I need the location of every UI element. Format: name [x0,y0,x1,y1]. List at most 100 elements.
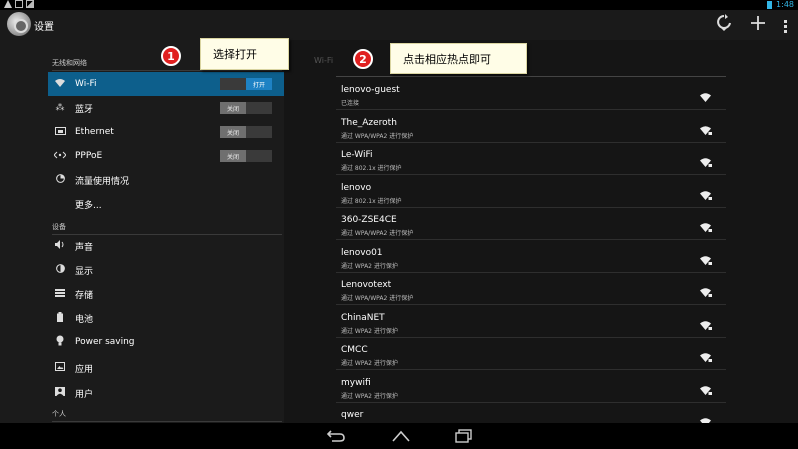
clock: 1:48 [776,0,794,9]
sidebar-item-label: Power saving [75,337,135,347]
wifi-security-status: 通过 WPA/WPA2 进行保护 [341,132,414,140]
wifi-security-status: 已连接 [341,100,360,107]
wifi-ssid: The_Azeroth [341,117,397,128]
sidebar-item-label: 蓝牙 [75,104,94,115]
sidebar-item-apps[interactable]: 应用 [48,356,284,380]
step-badge-2: 2 [353,49,373,69]
toggle-label: 关闭 [220,102,246,114]
step-callout-1: 选择打开 [200,38,289,70]
wifi-security-status: 通过 802.1x 进行保护 [341,165,402,172]
settings-sidebar: 无线和网络 Wi-Fi 打开 ⁂ 蓝牙 关闭 Ethernet 关闭 PPPoE… [0,40,284,423]
wifi-security-status: 通过 WPA/WPA2 进行保护 [341,230,414,237]
status-bar: 1:48 [0,0,798,10]
wifi-network-item[interactable]: CMCC 通过 WPA2 进行保护 [336,338,726,370]
wifi-signal-locked-icon [700,251,712,265]
wifi-network-item[interactable]: Lenovotext 通过 WPA/WPA2 进行保护 [336,273,726,305]
wifi-ssid: qwer [341,410,364,420]
wifi-network-item[interactable]: 360-ZSE4CE 通过 WPA/WPA2 进行保护 [336,208,726,240]
section-header-personal: 个人 [52,409,282,422]
battery-icon [54,311,66,325]
sidebar-item-power-saving[interactable]: Power saving [48,330,284,354]
image-icon [15,0,23,8]
sidebar-item-label: 更多... [75,200,102,211]
sidebar-item-label: 存储 [75,290,94,301]
wifi-network-item[interactable]: lenovo01 通过 WPA2 进行保护 [336,241,726,273]
wifi-network-item[interactable]: mywifi 通过 WPA2 进行保护 [336,371,726,403]
wifi-signal-locked-icon [700,413,712,423]
wifi-toggle[interactable]: 打开 [220,78,272,90]
wifi-ssid: 360-ZSE4CE [341,215,397,225]
notification-icons [4,0,34,8]
sidebar-item-pppoe[interactable]: PPPoE 关闭 [48,144,284,168]
wifi-signal-locked-icon [700,283,712,297]
sidebar-item-display[interactable]: 显示 [48,258,284,282]
wifi-signal-locked-icon [700,121,712,135]
wifi-ssid: CMCC [341,345,368,355]
sidebar-item-more[interactable]: 更多... [48,192,284,216]
wifi-network-item[interactable]: Le-WiFi 通过 802.1x 进行保护 [336,143,726,175]
wifi-ssid: lenovo [341,182,372,193]
refresh-wifi-icon[interactable] [716,14,732,38]
wifi-security-status: 通过 802.1x 进行保护 [341,197,402,205]
wifi-network-list: Wi-Fi lenovo-guest 已连接 The_Azeroth 通过 WPA/W… [284,40,798,423]
display-icon [54,264,66,276]
back-icon[interactable] [326,428,346,447]
sidebar-item-label: 应用 [75,364,94,375]
pppoe-icon [53,151,67,162]
home-icon[interactable] [391,428,411,447]
user-icon [54,387,66,399]
battery-status-icon [767,0,773,9]
wifi-network-item[interactable]: lenovo-guest 已连接 [336,78,726,110]
wifi-network-item[interactable]: lenovo 通过 802.1x 进行保护 [336,176,726,208]
wifi-signal-locked-icon [700,316,712,330]
pppoe-toggle[interactable]: 关闭 [220,150,272,162]
sidebar-item-label: 流量使用情况 [75,176,130,187]
toggle-label: 关闭 [220,150,246,162]
step-badge-1: 1 [161,46,181,66]
warning-icon [4,0,12,8]
gallery-icon [26,0,34,8]
data-usage-icon [54,174,66,186]
wifi-ssid: ChinaNET [341,312,385,323]
sidebar-item-ethernet[interactable]: Ethernet 关闭 [48,120,284,144]
system-nav-bar [0,423,798,449]
wifi-security-status: 通过 WPA2 进行保护 [341,392,398,400]
sidebar-item-label: Ethernet [75,127,114,137]
wifi-signal-locked-icon [700,381,712,395]
storage-icon [54,288,66,300]
recent-apps-icon[interactable] [455,428,473,447]
overflow-menu-icon[interactable] [784,19,788,33]
sidebar-item-data-usage[interactable]: 流量使用情况 [48,168,284,192]
wifi-ssid: lenovo-guest [341,85,400,95]
ethernet-toggle[interactable]: 关闭 [220,126,272,138]
wifi-security-status: 通过 WPA2 进行保护 [341,360,398,367]
action-bar: 设置 [0,10,798,40]
sidebar-item-bluetooth[interactable]: ⁂ 蓝牙 关闭 [48,96,284,120]
sidebar-item-battery[interactable]: 电池 [48,306,284,330]
wifi-signal-icon [700,88,712,102]
sidebar-item-wifi[interactable]: Wi-Fi 打开 [48,72,284,96]
page-title: 设置 [34,22,54,33]
sidebar-item-sound[interactable]: 声音 [48,234,284,258]
wifi-signal-locked-icon [700,153,712,167]
sidebar-item-label: 电池 [75,314,94,325]
add-icon[interactable] [750,15,766,37]
wifi-network-item[interactable]: ChinaNET 通过 WPA2 进行保护 [336,306,726,338]
wifi-network-item[interactable]: qwer [336,403,726,423]
sidebar-item-users[interactable]: 用户 [48,381,284,405]
wifi-signal-locked-icon [700,186,712,200]
bluetooth-toggle[interactable]: 关闭 [220,102,272,114]
ethernet-icon [54,126,66,138]
wifi-icon [54,78,66,90]
toggle-label: 关闭 [220,126,246,138]
wifi-ssid: mywifi [341,377,371,388]
wifi-security-status: 通过 WPA2 进行保护 [341,327,398,335]
wifi-network-item[interactable]: The_Azeroth 通过 WPA/WPA2 进行保护 [336,111,726,143]
step-callout-2: 点击相应热点即可 [390,43,527,74]
wifi-signal-locked-icon [700,218,712,232]
bluetooth-icon: ⁂ [55,103,65,113]
sidebar-item-storage[interactable]: 存储 [48,282,284,306]
sidebar-item-label: Wi-Fi [75,79,97,89]
apps-icon [54,362,66,374]
settings-logo-icon[interactable] [7,12,31,36]
